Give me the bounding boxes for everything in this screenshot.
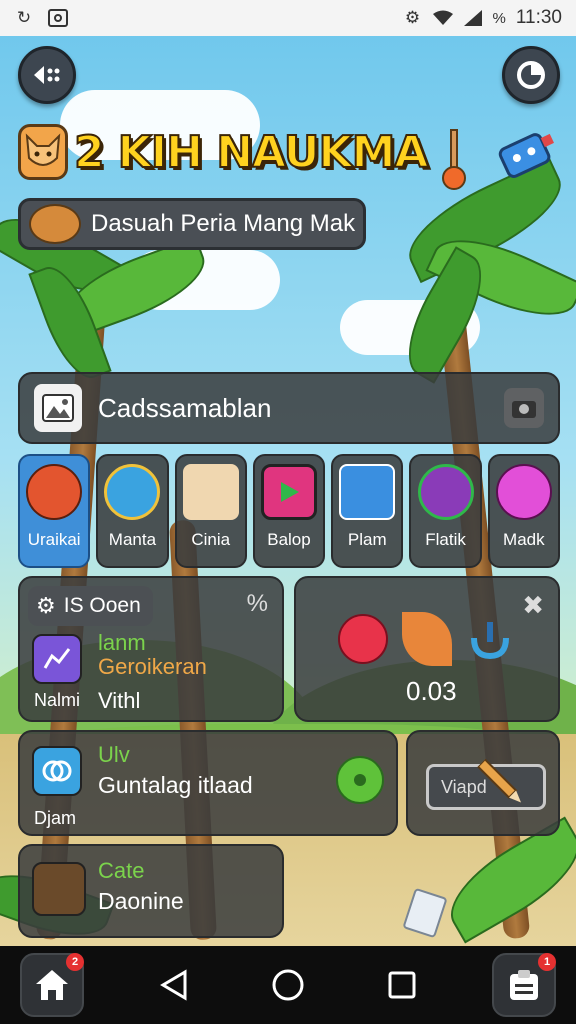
category-tabs: Uraikai Manta Cinia Balop Plam Flatik Ma… bbox=[18, 454, 560, 568]
shop-subtitle: Daonine bbox=[98, 888, 184, 914]
battery-percent: % bbox=[492, 9, 506, 27]
pink-face-icon bbox=[495, 464, 552, 520]
category-tab[interactable]: Cinia bbox=[174, 454, 247, 568]
blue-hook-icon bbox=[468, 618, 512, 667]
beetle-icon bbox=[26, 464, 83, 520]
chat-app-icon bbox=[32, 746, 82, 796]
title-number: 2 bbox=[73, 126, 106, 179]
clock-icon bbox=[517, 61, 545, 89]
visit-card: Viapd bbox=[406, 730, 560, 836]
home-badge: 2 bbox=[66, 953, 84, 971]
category-tab[interactable]: Madk bbox=[487, 454, 560, 568]
percent-icon: % bbox=[246, 590, 268, 617]
character-icon bbox=[182, 464, 239, 520]
card-line-2: Geroikeran bbox=[98, 654, 207, 679]
music-icon[interactable] bbox=[336, 756, 384, 804]
subtitle-banner: Dasuah Peria Mang Mak bbox=[18, 198, 366, 250]
clipboard-badge: 1 bbox=[538, 953, 556, 971]
navigation-bar: 2 1 bbox=[0, 946, 576, 1024]
bear-avatar-icon bbox=[29, 204, 81, 244]
play-icon bbox=[260, 464, 317, 520]
wifi-icon bbox=[432, 8, 453, 28]
clock-time: 11:30 bbox=[515, 7, 562, 28]
card-header: ⚙ IS Ooen bbox=[28, 586, 153, 626]
timer-button[interactable] bbox=[502, 46, 560, 104]
title-text: KIH NAUKMA bbox=[117, 126, 430, 179]
category-tab[interactable]: Flatik bbox=[409, 454, 482, 568]
torch-icon bbox=[438, 128, 470, 197]
category-tab[interactable]: Manta bbox=[96, 454, 169, 568]
quest-card[interactable]: Ulv Guntalag itlaad Djam bbox=[18, 730, 398, 836]
back-menu-icon bbox=[34, 66, 60, 84]
sync-icon: ↻ bbox=[16, 8, 32, 27]
chart-app-icon bbox=[32, 634, 82, 684]
monkey-avatar-icon bbox=[32, 862, 86, 916]
racket-icon bbox=[104, 464, 161, 520]
card-footer-left: Nalmi bbox=[34, 690, 81, 710]
face-icon bbox=[417, 464, 474, 520]
orange-leaf-icon bbox=[402, 612, 452, 666]
quest-title: Guntalag itlaad bbox=[98, 772, 253, 798]
card-line-1: lanm bbox=[98, 630, 146, 655]
section-header-label: Cadssamablan bbox=[98, 392, 272, 423]
task-card[interactable]: ⚙ IS Ooen % lanm Geroikeran Nalmi Vithl bbox=[18, 576, 284, 722]
notes-icon bbox=[339, 464, 396, 520]
shop-card[interactable]: Cate Daonine bbox=[18, 844, 284, 938]
game-title: 2 KIH NAUKMA bbox=[18, 124, 430, 180]
camera-icon[interactable] bbox=[504, 388, 544, 428]
home-circle-icon[interactable] bbox=[271, 968, 305, 1002]
section-header[interactable]: Cadssamablan bbox=[18, 372, 560, 444]
back-menu-button[interactable] bbox=[18, 46, 76, 104]
fox-mascot-icon bbox=[18, 124, 68, 180]
back-triangle-icon[interactable] bbox=[159, 969, 189, 1001]
image-icon bbox=[48, 8, 68, 28]
gear-icon: ⚙ bbox=[36, 593, 56, 618]
clipboard-icon bbox=[510, 970, 538, 1000]
home-icon bbox=[36, 970, 68, 1000]
category-tab[interactable]: Plam bbox=[331, 454, 404, 568]
photo-icon bbox=[34, 384, 82, 432]
close-icon[interactable]: ✖ bbox=[522, 590, 544, 621]
card-footer-right: Vithl bbox=[98, 688, 141, 713]
card-header-text: IS Ooen bbox=[63, 594, 141, 617]
category-tab[interactable]: Uraikai bbox=[18, 454, 91, 568]
category-tab[interactable]: Balop bbox=[252, 454, 326, 568]
subtitle-text: Dasuah Peria Mang Mak bbox=[91, 210, 356, 237]
signal-icon bbox=[463, 8, 483, 28]
status-bar: ↻ ⚙ % 11:30 bbox=[0, 0, 576, 36]
home-button[interactable]: 2 bbox=[20, 953, 84, 1017]
clipboard-button[interactable]: 1 bbox=[492, 953, 556, 1017]
score-value: 0.03 bbox=[406, 676, 457, 706]
quest-footer: Djam bbox=[34, 808, 77, 828]
score-card[interactable]: ✖ 0.03 bbox=[294, 576, 560, 722]
red-ball-icon bbox=[338, 614, 388, 664]
settings-icon: ⚙ bbox=[404, 8, 421, 27]
quest-tag: Ulv bbox=[98, 742, 130, 767]
visit-button-label: Viapd bbox=[441, 776, 487, 797]
shop-title: Cate bbox=[98, 858, 145, 883]
recents-square-icon[interactable] bbox=[387, 970, 417, 1000]
